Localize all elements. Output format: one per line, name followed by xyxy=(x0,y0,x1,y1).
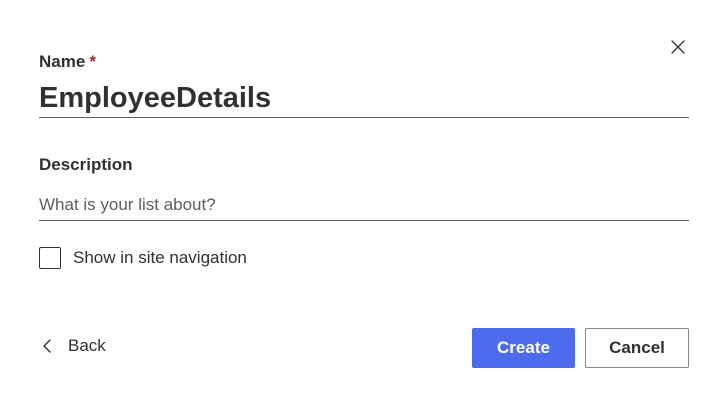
back-label: Back xyxy=(68,336,106,355)
required-marker: * xyxy=(89,52,96,71)
cancel-button[interactable]: Cancel xyxy=(585,328,689,368)
name-input[interactable] xyxy=(39,80,689,118)
chevron-left-icon xyxy=(39,338,55,354)
name-label-text: Name xyxy=(39,52,86,71)
back-button[interactable]: Back xyxy=(39,336,106,356)
create-list-dialog: Name* Description Show in site navigatio… xyxy=(0,0,727,404)
name-label: Name * xyxy=(39,52,96,72)
show-in-navigation-label: Show in site navigation xyxy=(73,248,247,267)
create-button[interactable]: Create xyxy=(472,328,575,368)
description-label: Description xyxy=(39,155,133,174)
close-button[interactable] xyxy=(666,37,690,61)
show-in-navigation-checkbox[interactable] xyxy=(39,247,61,269)
close-icon xyxy=(670,39,686,60)
show-in-navigation-checkbox-row[interactable]: Show in site navigation xyxy=(39,247,247,269)
description-input[interactable] xyxy=(39,189,689,221)
